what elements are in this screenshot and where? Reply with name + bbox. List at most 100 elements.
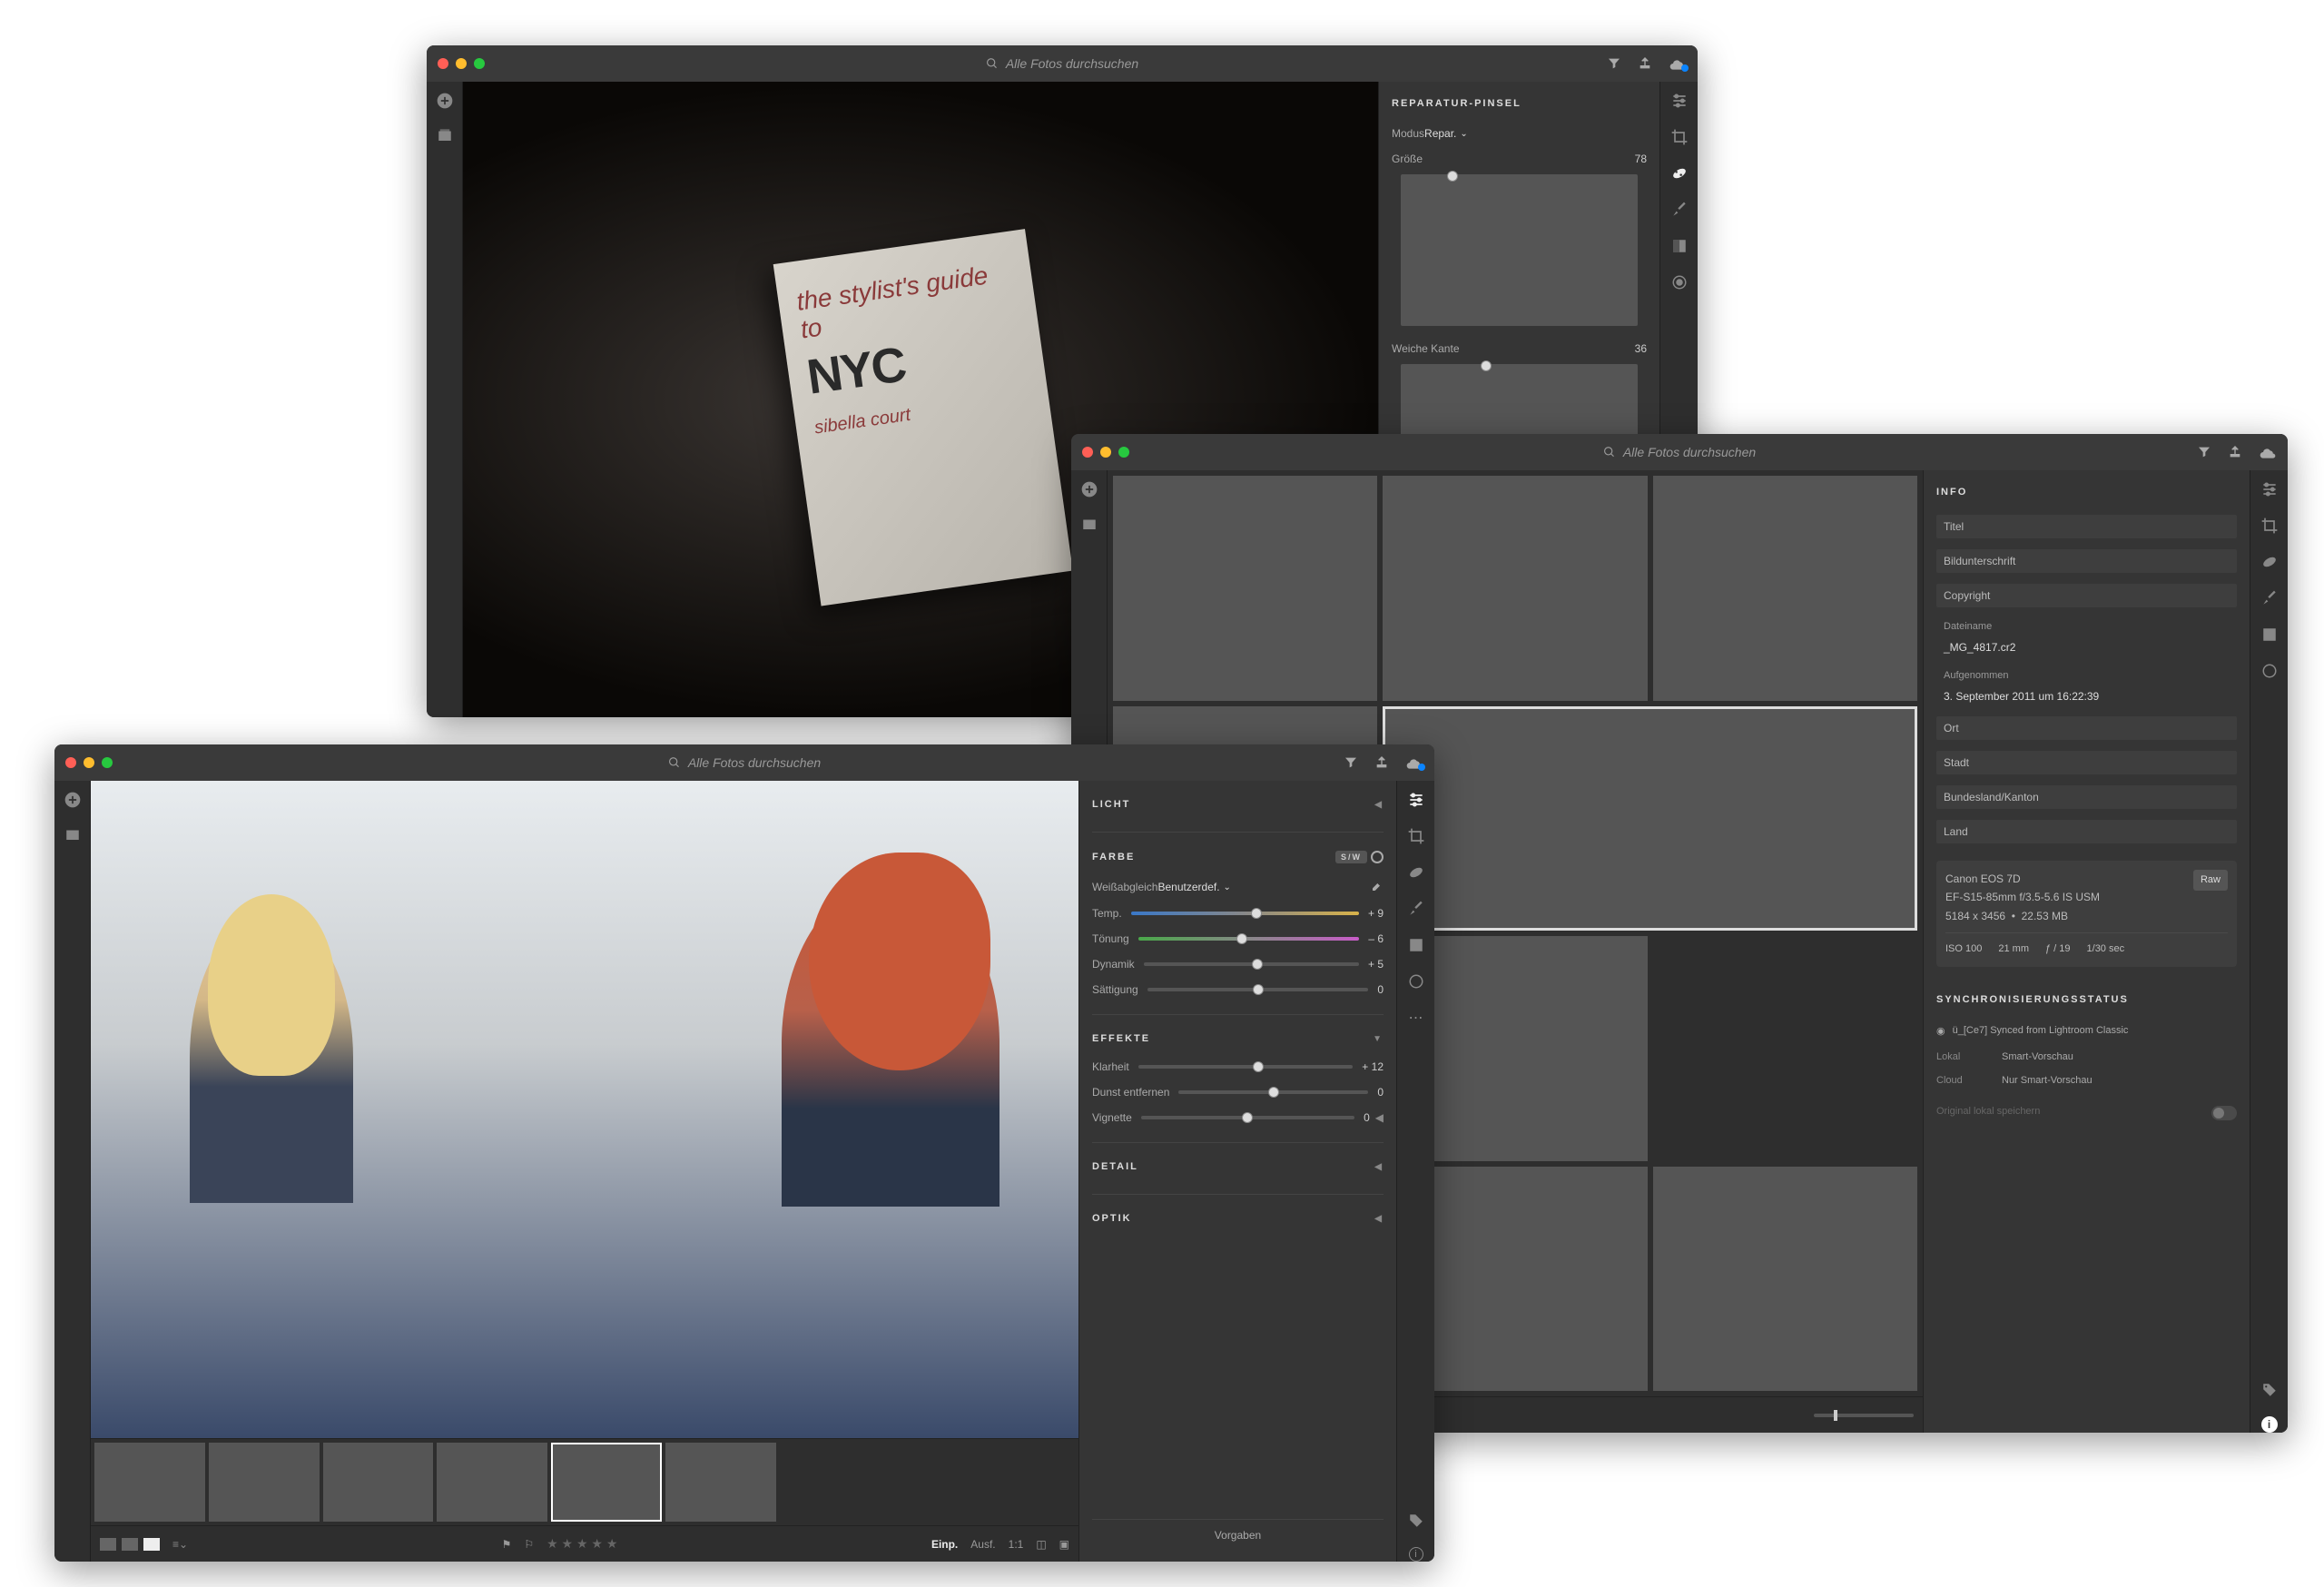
share-icon[interactable] bbox=[1638, 56, 1652, 71]
radial-gradient-icon[interactable] bbox=[2260, 661, 2280, 681]
maximize-button[interactable] bbox=[1118, 447, 1129, 458]
grid-view-icon[interactable] bbox=[100, 1538, 116, 1551]
maximize-button[interactable] bbox=[102, 757, 113, 768]
linear-gradient-icon[interactable] bbox=[1406, 935, 1426, 955]
color-section-title[interactable]: FARBE bbox=[1092, 852, 1135, 862]
info-icon[interactable]: i bbox=[1409, 1547, 1423, 1562]
bw-toggle[interactable]: S/W bbox=[1335, 851, 1367, 863]
crop-icon[interactable] bbox=[1406, 826, 1426, 846]
minimize-button[interactable] bbox=[84, 757, 94, 768]
caption-field[interactable]: Bildunterschrift bbox=[1936, 549, 2237, 573]
albums-icon[interactable] bbox=[435, 125, 455, 145]
healing-brush-icon[interactable] bbox=[2260, 552, 2280, 572]
rating-stars[interactable]: ★ ★ ★ ★ ★ bbox=[547, 1536, 617, 1552]
compare-icon[interactable]: ◫ bbox=[1036, 1538, 1046, 1551]
size-slider[interactable] bbox=[1401, 174, 1638, 326]
country-field[interactable]: Land bbox=[1936, 820, 2237, 843]
grid-cell[interactable] bbox=[1653, 1167, 1917, 1392]
eyedropper-icon[interactable] bbox=[1369, 880, 1384, 894]
crop-icon[interactable] bbox=[1669, 127, 1689, 147]
state-field[interactable]: Bundesland/Kanton bbox=[1936, 785, 2237, 809]
grid-cell-selected[interactable] bbox=[1383, 706, 1917, 932]
filmstrip-thumb[interactable] bbox=[437, 1443, 547, 1522]
info-icon[interactable]: i bbox=[2261, 1416, 2278, 1433]
albums-icon[interactable] bbox=[63, 824, 83, 844]
vibrance-slider[interactable] bbox=[1144, 962, 1359, 966]
store-local-toggle[interactable] bbox=[2211, 1106, 2237, 1120]
location-field[interactable]: Ort bbox=[1936, 716, 2237, 740]
healing-brush-icon[interactable] bbox=[1406, 862, 1426, 882]
flag-pick-icon[interactable]: ⚑ bbox=[502, 1538, 512, 1551]
filmstrip-thumb-selected[interactable] bbox=[551, 1443, 662, 1522]
search-bar[interactable]: Alle Fotos durchsuchen bbox=[1603, 445, 1756, 459]
add-photos-icon[interactable] bbox=[1079, 479, 1099, 499]
copyright-field[interactable]: Copyright bbox=[1936, 584, 2237, 607]
tint-slider[interactable] bbox=[1138, 937, 1360, 941]
grid-cell[interactable] bbox=[1383, 476, 1647, 701]
crop-icon[interactable] bbox=[2260, 516, 2280, 536]
chevron-icon[interactable]: ◀ bbox=[1374, 800, 1384, 810]
edit-sliders-icon[interactable] bbox=[1669, 91, 1689, 111]
filmstrip-thumb[interactable] bbox=[665, 1443, 776, 1522]
close-button[interactable] bbox=[1082, 447, 1093, 458]
linear-gradient-icon[interactable] bbox=[1669, 236, 1689, 256]
flag-reject-icon[interactable]: ⚐ bbox=[524, 1538, 534, 1551]
temp-slider[interactable] bbox=[1131, 912, 1359, 915]
search-bar[interactable]: Alle Fotos durchsuchen bbox=[986, 56, 1138, 71]
fit-button[interactable]: Einp. bbox=[931, 1538, 958, 1551]
brush-icon[interactable] bbox=[1406, 899, 1426, 919]
cloud-sync-icon[interactable] bbox=[1669, 57, 1687, 70]
albums-icon[interactable] bbox=[1079, 514, 1099, 534]
healing-brush-icon[interactable] bbox=[1669, 163, 1689, 183]
maximize-button[interactable] bbox=[474, 58, 485, 69]
grid-cell[interactable] bbox=[1113, 476, 1377, 701]
fill-button[interactable]: Ausf. bbox=[970, 1538, 995, 1551]
minimize-button[interactable] bbox=[456, 58, 467, 69]
share-icon[interactable] bbox=[2228, 445, 2242, 459]
chevron-down-icon[interactable]: ▼ bbox=[1373, 1034, 1384, 1044]
city-field[interactable]: Stadt bbox=[1936, 751, 2237, 774]
cloud-icon[interactable] bbox=[2259, 446, 2277, 458]
clarity-slider[interactable] bbox=[1138, 1065, 1354, 1069]
chevron-icon[interactable]: ◀ bbox=[1374, 1214, 1384, 1224]
filmstrip-thumb[interactable] bbox=[209, 1443, 320, 1522]
close-button[interactable] bbox=[65, 757, 76, 768]
filter-icon[interactable] bbox=[1344, 755, 1358, 770]
share-icon[interactable] bbox=[1374, 755, 1389, 770]
chevron-icon[interactable]: ◀ bbox=[1374, 1162, 1384, 1172]
mode-dropdown[interactable]: Repar. bbox=[1424, 127, 1468, 140]
optics-section-title[interactable]: OPTIK bbox=[1092, 1213, 1132, 1224]
thumbnail-zoom-slider[interactable] bbox=[1814, 1414, 1914, 1417]
add-photos-icon[interactable] bbox=[435, 91, 455, 111]
filmstrip-thumb[interactable] bbox=[94, 1443, 205, 1522]
cloud-sync-icon[interactable] bbox=[1405, 756, 1423, 769]
edit-sliders-icon[interactable] bbox=[2260, 479, 2280, 499]
effects-section-title[interactable]: EFFEKTE bbox=[1092, 1033, 1150, 1044]
keywords-icon[interactable] bbox=[2260, 1380, 2280, 1400]
close-button[interactable] bbox=[438, 58, 448, 69]
presets-button[interactable]: Vorgaben bbox=[1092, 1519, 1384, 1551]
vignette-slider[interactable] bbox=[1141, 1116, 1354, 1119]
toggle-panel-icon[interactable]: ▣ bbox=[1059, 1538, 1069, 1551]
light-section-title[interactable]: LICHT bbox=[1092, 799, 1130, 810]
square-view-icon[interactable] bbox=[122, 1538, 138, 1551]
onetoone-button[interactable]: 1:1 bbox=[1009, 1538, 1024, 1551]
keywords-icon[interactable] bbox=[1406, 1511, 1426, 1531]
radial-gradient-icon[interactable] bbox=[1406, 971, 1426, 991]
filter-icon[interactable] bbox=[2197, 445, 2211, 459]
linear-gradient-icon[interactable] bbox=[2260, 625, 2280, 645]
radial-gradient-icon[interactable] bbox=[1669, 272, 1689, 292]
minimize-button[interactable] bbox=[1100, 447, 1111, 458]
brush-icon[interactable] bbox=[2260, 588, 2280, 608]
color-mixer-icon[interactable] bbox=[1371, 851, 1384, 863]
saturation-slider[interactable] bbox=[1147, 988, 1369, 991]
photo-canvas[interactable] bbox=[91, 781, 1078, 1438]
detail-section-title[interactable]: DETAIL bbox=[1092, 1161, 1138, 1172]
edit-sliders-icon[interactable] bbox=[1406, 790, 1426, 810]
detail-view-icon[interactable] bbox=[143, 1538, 160, 1551]
sort-icon[interactable]: ≡⌄ bbox=[172, 1538, 188, 1551]
dehaze-slider[interactable] bbox=[1178, 1090, 1368, 1094]
brush-icon[interactable] bbox=[1669, 200, 1689, 220]
filter-icon[interactable] bbox=[1607, 56, 1621, 71]
grid-cell[interactable] bbox=[1653, 476, 1917, 701]
